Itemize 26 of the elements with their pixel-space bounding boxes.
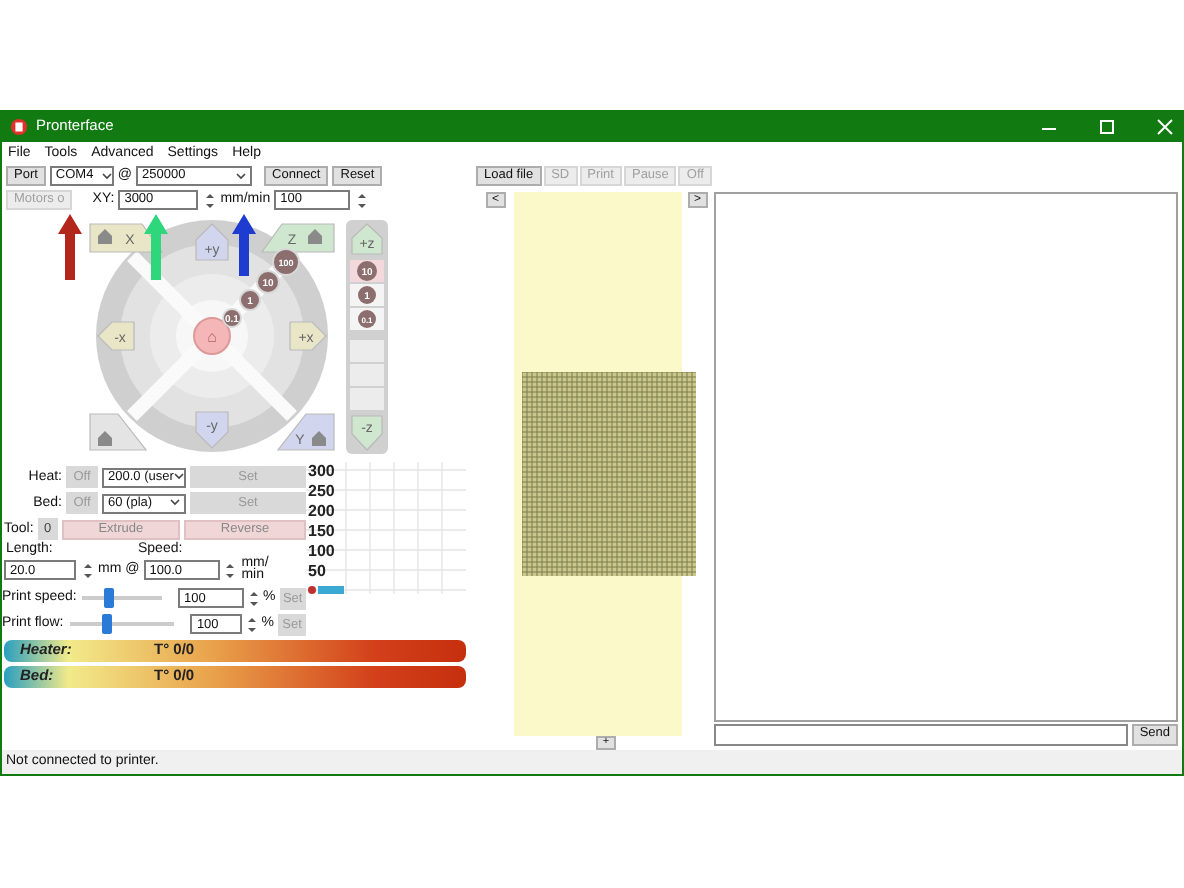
home-icon (312, 431, 326, 446)
command-field[interactable] (714, 724, 1128, 746)
spin-button[interactable] (223, 560, 238, 581)
axis-label: 100 (308, 542, 335, 560)
home-icon (308, 229, 322, 244)
legend-icon (308, 586, 344, 594)
slider-thumb[interactable] (104, 588, 115, 609)
spin-button[interactable] (202, 190, 217, 210)
axis-label: 200 (308, 502, 335, 520)
home-icon (98, 229, 112, 244)
axis-label: 300 (308, 462, 335, 480)
close-icon[interactable] (1156, 118, 1174, 136)
spin-button[interactable] (354, 190, 369, 210)
spin-button[interactable] (80, 560, 94, 581)
caret-icon (101, 168, 112, 184)
maximize-icon[interactable] (1098, 118, 1116, 136)
spin-button[interactable] (245, 614, 258, 635)
caret-icon (236, 168, 247, 184)
home-button[interactable] (89, 413, 148, 451)
slider-thumb[interactable] (102, 614, 113, 635)
axis-label: 250 (308, 482, 335, 500)
axis-label: 50 (308, 562, 326, 580)
spin-button[interactable] (247, 588, 259, 609)
home-icon (98, 431, 112, 446)
app-icon (10, 118, 28, 136)
axis-label: 150 (308, 522, 335, 540)
